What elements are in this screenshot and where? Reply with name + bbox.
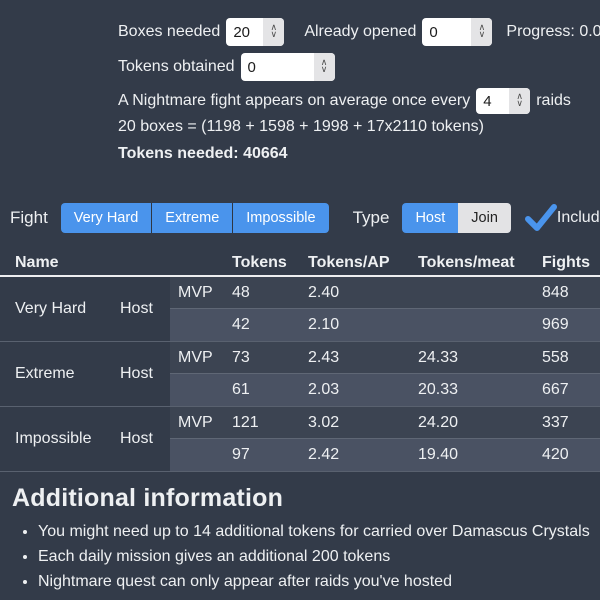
raid-results-table: Name Tokens Tokens/AP Tokens/meat Fights… [0, 250, 600, 472]
group-name: Extreme [0, 342, 120, 406]
group-type: Host [120, 342, 170, 406]
boxes-needed-value[interactable]: 20 [226, 18, 263, 46]
cell-tokens-meat: 20.33 [418, 381, 542, 399]
list-item: Nightmare quest can only appear after ra… [38, 573, 600, 591]
cell-fights: 667 [542, 381, 600, 399]
table-group-impossible: Impossible Host MVP 121 3.02 24.20 337 9… [0, 407, 600, 472]
group-name: Very Hard [0, 277, 120, 341]
list-item: Each daily mission gives an additional 2… [38, 548, 600, 566]
table-row: MVP 73 2.43 24.33 558 [170, 342, 600, 374]
already-opened-label: Already opened [304, 23, 416, 41]
cell-tokens: 61 [232, 381, 308, 399]
cell-tokens-meat: 19.40 [418, 446, 542, 464]
group-name: Impossible [0, 407, 120, 471]
cell-tokens-ap: 2.40 [308, 284, 418, 302]
table-row: 97 2.42 19.40 420 [170, 439, 600, 471]
cell-tokens: 121 [232, 414, 308, 432]
table-row: 42 2.10 969 [170, 309, 600, 341]
spinner-down-icon[interactable]: ∨ [516, 101, 523, 108]
cell-tokens-ap: 3.02 [308, 414, 418, 432]
form-row-nightmare-frequency: A Nightmare fight appears on average onc… [118, 88, 571, 114]
spinner-arrows[interactable]: ∧∨ [263, 18, 284, 46]
cell-mvp: MVP [170, 349, 232, 367]
cell-tokens: 97 [232, 446, 308, 464]
type-host-button[interactable]: Host [402, 203, 458, 233]
table-row: MVP 48 2.40 848 [170, 277, 600, 309]
header-tokens-ap: Tokens/AP [308, 254, 418, 272]
cell-tokens: 42 [232, 316, 308, 334]
fight-extreme-button[interactable]: Extreme [151, 203, 232, 233]
boxes-needed-label: Boxes needed [118, 23, 220, 41]
type-button-group: Host Join [402, 203, 510, 233]
already-opened-value[interactable]: 0 [422, 18, 471, 46]
additional-info-list: You might need up to 14 additional token… [12, 523, 600, 591]
include-nightmare-label: Include Nightmare [557, 209, 600, 227]
fight-very-hard-button[interactable]: Very Hard [61, 203, 151, 233]
table-group-very-hard: Very Hard Host MVP 48 2.40 848 42 2.10 9… [0, 277, 600, 342]
group-type: Host [120, 407, 170, 471]
table-row: MVP 121 3.02 24.20 337 [170, 407, 600, 439]
boxes-needed-input[interactable]: 20 ∧∨ [226, 18, 284, 46]
header-name: Name [0, 254, 232, 272]
cell-tokens: 73 [232, 349, 308, 367]
tokens-obtained-value[interactable]: 0 [241, 53, 314, 81]
spinner-arrows[interactable]: ∧∨ [314, 53, 335, 81]
header-tokens: Tokens [232, 254, 308, 272]
boxes-breakdown-text: 20 boxes = (1198 + 1598 + 1998 + 17x2110… [118, 118, 484, 136]
cell-fights: 337 [542, 414, 600, 432]
nightmare-frequency-input[interactable]: 4 ∧∨ [476, 88, 530, 114]
table-group-extreme: Extreme Host MVP 73 2.43 24.33 558 61 2.… [0, 342, 600, 407]
additional-info-title: Additional information [12, 484, 600, 513]
additional-info-section: Additional information You might need up… [12, 484, 600, 598]
type-join-button[interactable]: Join [458, 203, 511, 233]
spinner-down-icon[interactable]: ∨ [271, 32, 278, 39]
spinner-arrows[interactable]: ∧∨ [509, 88, 530, 114]
cell-tokens: 48 [232, 284, 308, 302]
cell-tokens-ap: 2.43 [308, 349, 418, 367]
cell-mvp: MVP [170, 414, 232, 432]
group-type: Host [120, 277, 170, 341]
cell-tokens-meat: 24.33 [418, 349, 542, 367]
nightmare-frequency-value[interactable]: 4 [476, 88, 509, 114]
cell-fights: 969 [542, 316, 600, 334]
spinner-down-icon[interactable]: ∨ [321, 67, 328, 74]
form-row-tokens-obtained: Tokens obtained 0 ∧∨ [118, 53, 335, 81]
spinner-arrows[interactable]: ∧∨ [471, 18, 492, 46]
already-opened-input[interactable]: 0 ∧∨ [422, 18, 492, 46]
progress-text: Progress: 0.00 [506, 23, 600, 41]
fight-impossible-button[interactable]: Impossible [232, 203, 328, 233]
cell-tokens-meat: 24.20 [418, 414, 542, 432]
nightmare-frequency-prefix: A Nightmare fight appears on average onc… [118, 92, 470, 110]
nightmare-frequency-suffix: raids [536, 92, 571, 110]
tokens-obtained-label: Tokens obtained [118, 58, 235, 76]
cell-tokens-ap: 2.10 [308, 316, 418, 334]
fight-label: Fight [10, 208, 48, 228]
cell-tokens-ap: 2.03 [308, 381, 418, 399]
list-item: You might need up to 14 additional token… [38, 523, 600, 541]
tokens-obtained-input[interactable]: 0 ∧∨ [241, 53, 335, 81]
table-header-row: Name Tokens Tokens/AP Tokens/meat Fights [0, 250, 600, 277]
tokens-needed-text: Tokens needed: 40664 [118, 145, 288, 163]
cell-fights: 420 [542, 446, 600, 464]
spinner-down-icon[interactable]: ∨ [479, 32, 486, 39]
fight-controls-row: Fight Very Hard Extreme Impossible Type … [10, 202, 600, 234]
cell-fights: 848 [542, 284, 600, 302]
type-label: Type [353, 208, 390, 228]
checkmark-icon[interactable] [525, 202, 557, 234]
cell-mvp: MVP [170, 284, 232, 302]
cell-tokens-ap: 2.42 [308, 446, 418, 464]
header-fights: Fights [542, 254, 600, 272]
cell-fights: 558 [542, 349, 600, 367]
fight-button-group: Very Hard Extreme Impossible [61, 203, 329, 233]
form-row-boxes: Boxes needed 20 ∧∨ Already opened 0 ∧∨ P… [118, 18, 600, 46]
header-tokens-meat: Tokens/meat [418, 254, 542, 272]
table-row: 61 2.03 20.33 667 [170, 374, 600, 406]
